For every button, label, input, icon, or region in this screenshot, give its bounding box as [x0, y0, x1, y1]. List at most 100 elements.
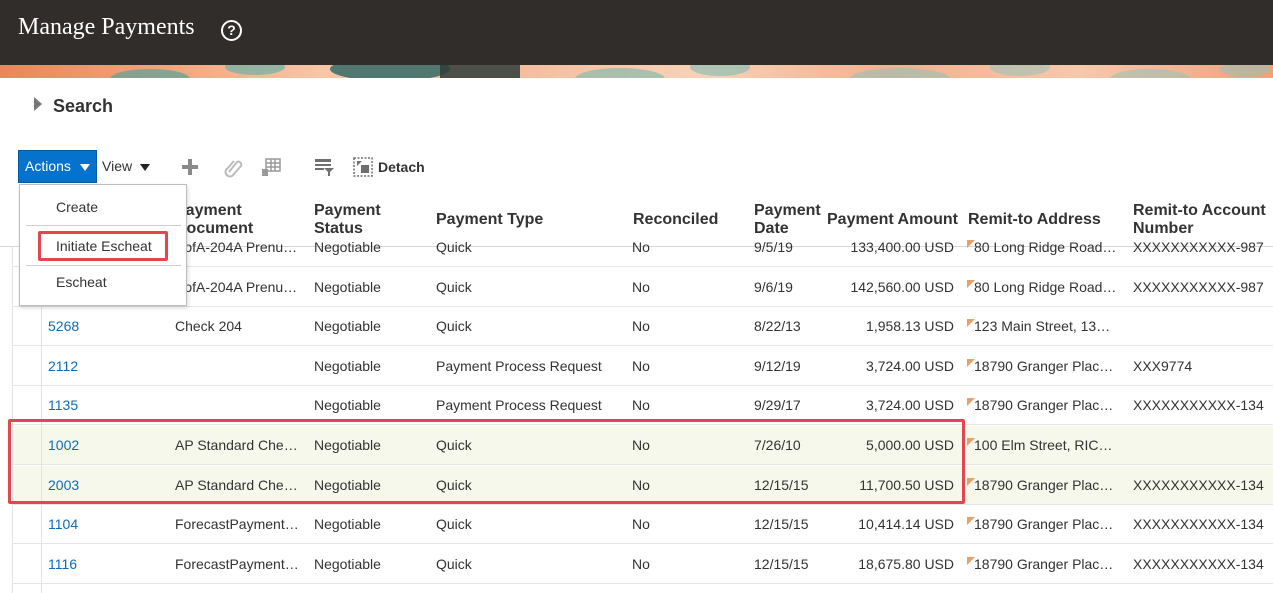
table-row[interactable]: 5268 Check 204 Negotiable Quick No 8/22/13 1,9… [12, 307, 1273, 347]
actions-menu-button[interactable]: Actions [18, 150, 97, 183]
cell-reconciled: No [632, 476, 650, 493]
table-row[interactable]: 1116 ForecastPayment… Negotiable Quick No 12/… [12, 545, 1273, 584]
detach-icon[interactable] [352, 156, 374, 178]
cell-payment-date: 9/6/19 [754, 278, 793, 295]
cell-payment-amount: 18,675.80 USD [858, 555, 954, 572]
cell-reconciled: No [632, 357, 650, 374]
cell-remit-to-address: 18790 Granger Plac… [974, 476, 1114, 493]
cell-payment-date: 9/29/17 [754, 397, 801, 414]
cell-payment-number[interactable]: 1116 [48, 556, 138, 572]
cell-remit-to-account: XXXXXXXXXXX-134 [1133, 397, 1264, 414]
cell-payment-status: Negotiable [314, 357, 381, 374]
cell-payment-type: Quick [436, 239, 472, 255]
cell-payment-date: 9/12/19 [754, 357, 801, 374]
cell-payment-date: 12/15/15 [754, 516, 809, 533]
cell-payment-status: Negotiable [314, 318, 381, 335]
cell-payment-type: Quick [436, 278, 472, 295]
search-header[interactable]: Search [53, 96, 113, 117]
cell-payment-document: ForecastPayment… [175, 516, 299, 533]
cell-payment-number[interactable]: 5268 [48, 318, 138, 334]
cell-remit-to-address: 80 Long Ridge Road… [974, 278, 1117, 295]
table-row[interactable]: 1002 AP Standard Che… Negotiable Quick No 7/2… [12, 426, 1273, 465]
menu-separator [26, 265, 181, 266]
cell-reconciled: No [632, 516, 650, 533]
row-header-border [12, 246, 13, 593]
menu-separator [26, 225, 181, 226]
cell-payment-document: ForecastPayment… [175, 555, 299, 572]
note-indicator-icon[interactable] [967, 438, 975, 446]
cell-remit-to-account: XXXXXXXXXXX-987 [1133, 239, 1264, 255]
cell-payment-status: Negotiable [314, 278, 381, 295]
help-icon[interactable]: ? [221, 20, 242, 41]
paperclip-icon[interactable] [222, 156, 244, 178]
cell-remit-to-address: 100 Elm Street, RIC… [974, 437, 1113, 453]
cell-payment-type: Payment Process Request [436, 357, 602, 374]
cell-payment-status: Negotiable [314, 397, 381, 414]
decorative-banner [0, 65, 1273, 78]
note-indicator-icon[interactable] [967, 358, 975, 367]
column-header-payment-amount[interactable]: Payment Amount [827, 211, 958, 229]
chevron-down-icon [80, 164, 90, 171]
cell-payment-amount: 133,400.00 USD [850, 239, 954, 255]
menu-item-initiate-escheat[interactable]: Initiate Escheat [20, 231, 186, 261]
cell-reconciled: No [632, 278, 650, 295]
cell-remit-to-address: 18790 Granger Plac… [974, 397, 1114, 414]
cell-payment-number[interactable]: 2003 [48, 477, 138, 493]
column-header-payment-type[interactable]: Payment Type [436, 211, 543, 229]
cell-reconciled: No [632, 397, 650, 414]
menu-item-create[interactable]: Create [20, 192, 186, 222]
cell-payment-amount: 1,958.13 USD [866, 318, 954, 335]
table-row[interactable]: 2112 Negotiable Payment Process Request No 9… [12, 347, 1273, 386]
cell-reconciled: No [632, 318, 650, 335]
cell-payment-document: BofA-204A Prenu… [175, 278, 298, 295]
note-indicator-icon[interactable] [967, 556, 975, 565]
table-row[interactable]: BofA-204A Prenu… Negotiable Quick No 9/6/19 1… [12, 268, 1273, 307]
cell-remit-to-address: 80 Long Ridge Road… [974, 239, 1117, 255]
menu-item-escheat[interactable]: Escheat [20, 267, 186, 297]
cell-payment-date: 12/15/15 [754, 555, 809, 572]
cell-payment-number[interactable]: 1002 [48, 437, 138, 453]
actions-dropdown-menu: Create Initiate Escheat Escheat [19, 184, 187, 306]
page-title: Manage Payments [18, 14, 195, 40]
cell-payment-status: Negotiable [314, 516, 381, 533]
cell-payment-date: 8/22/13 [754, 318, 801, 335]
note-indicator-icon[interactable] [967, 279, 975, 288]
cell-payment-amount: 10,414.14 USD [858, 516, 954, 533]
view-chevron-down-icon[interactable] [140, 164, 150, 171]
cell-payment-date: 9/5/19 [754, 239, 793, 255]
cell-remit-to-account: XXXXXXXXXXX-134 [1133, 516, 1264, 533]
detach-button[interactable]: Detach [378, 159, 425, 175]
table-row[interactable]: 1104 ForecastPayment… Negotiable Quick No 12/… [12, 505, 1273, 545]
plus-icon[interactable] [179, 156, 201, 178]
table-row[interactable]: 1135 Negotiable Payment Process Request No 9… [12, 386, 1273, 426]
query-by-example-icon[interactable] [313, 156, 335, 178]
note-indicator-icon[interactable] [967, 240, 975, 248]
cell-payment-document: Check 204 [175, 318, 242, 335]
note-indicator-icon[interactable] [967, 319, 975, 328]
cell-remit-to-address: 18790 Granger Plac… [974, 357, 1114, 374]
note-indicator-icon[interactable] [967, 517, 975, 526]
freeze-columns-icon[interactable] [260, 156, 282, 178]
note-indicator-icon[interactable] [967, 398, 975, 407]
column-header-reconciled[interactable]: Reconciled [633, 211, 718, 229]
cell-payment-number[interactable]: 2112 [48, 358, 138, 374]
table-row[interactable]: 2003 AP Standard Che… Negotiable Quick No 12/… [12, 465, 1273, 505]
cell-payment-type: Quick [436, 516, 472, 533]
table-row[interactable]: BofA-204A Prenu… Negotiable Quick No 9/5/19 1… [12, 228, 1273, 267]
page-header: Manage Payments ? [0, 0, 1273, 65]
cell-remit-to-account: XXXXXXXXXXX-134 [1133, 476, 1264, 493]
view-menu-button[interactable]: View [102, 158, 132, 174]
cell-payment-status: Negotiable [314, 476, 381, 493]
cell-payment-amount: 5,000.00 USD [866, 437, 954, 453]
search-disclosure-icon[interactable] [34, 97, 42, 111]
note-indicator-icon[interactable] [967, 477, 975, 486]
cell-payment-date: 12/15/15 [754, 476, 809, 493]
payments-table: Payment Document Payment Status Payment … [0, 190, 1273, 593]
cell-payment-number[interactable]: 1135 [48, 397, 138, 413]
cell-payment-number[interactable]: 1104 [48, 516, 138, 532]
cell-payment-amount: 11,700.50 USD [859, 476, 954, 493]
cell-payment-type: Quick [436, 555, 472, 572]
cell-payment-type: Quick [436, 318, 472, 335]
cell-payment-amount: 3,724.00 USD [866, 397, 954, 414]
column-header-remit-to-address[interactable]: Remit-to Address [968, 211, 1101, 229]
